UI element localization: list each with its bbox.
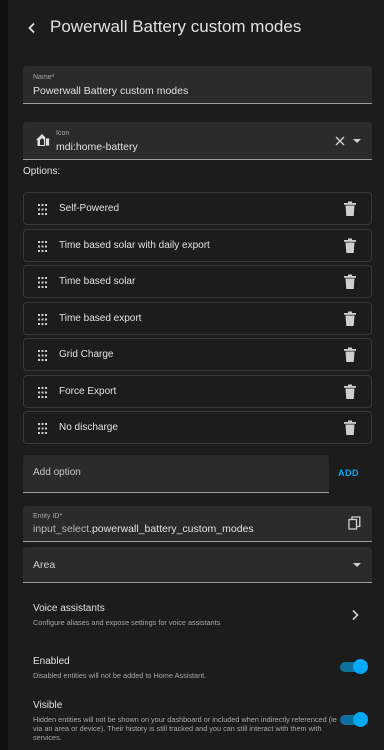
add-option-field[interactable] — [23, 455, 329, 493]
drag-handle-icon[interactable] — [38, 386, 48, 398]
visible-title: Visible — [33, 700, 63, 711]
voice-assistants-title: Voice assistants — [33, 603, 105, 614]
chevron-left-icon — [28, 22, 35, 34]
visible-toggle[interactable] — [338, 712, 368, 728]
option-label: Grid Charge — [59, 349, 114, 360]
back-button[interactable] — [18, 14, 46, 42]
options-label: Options: — [23, 166, 61, 177]
option-label: Time based export — [59, 312, 142, 324]
option-row[interactable]: Self-Powered — [23, 192, 372, 225]
name-field[interactable]: Name* Powerwall Battery custom modes — [23, 66, 372, 104]
copy-icon[interactable] — [348, 516, 361, 530]
entity-id-prefix: input_select. — [33, 523, 92, 535]
icon-field-label: Icon — [56, 130, 70, 137]
drag-handle-icon[interactable] — [38, 276, 48, 288]
delete-icon[interactable] — [343, 420, 357, 436]
dropdown-arrow-icon — [353, 563, 361, 567]
option-row[interactable]: Time based solar — [23, 265, 372, 298]
chevron-right-icon[interactable] — [351, 609, 359, 621]
voice-assistants-subtitle: Configure aliases and expose settings fo… — [33, 618, 221, 627]
entity-id-object: powerwall_battery_custom_modes — [91, 523, 254, 535]
clear-icon[interactable] — [334, 135, 346, 147]
add-option-input[interactable] — [33, 467, 313, 478]
entity-settings-dialog: Powerwall Battery custom modes Name* Pow… — [8, 0, 384, 750]
dialog-header: Powerwall Battery custom modes — [8, 0, 384, 56]
option-row[interactable]: Time based export — [23, 301, 372, 335]
option-label: No discharge — [59, 422, 118, 433]
option-label: Time based solar with daily export — [59, 239, 210, 251]
delete-icon[interactable] — [343, 311, 357, 327]
delete-icon[interactable] — [343, 274, 357, 290]
home-battery-icon — [36, 134, 50, 147]
page-title: Powerwall Battery custom modes — [50, 17, 302, 36]
enabled-toggle-knob — [353, 659, 368, 674]
enabled-title: Enabled — [33, 656, 70, 667]
visible-toggle-knob — [353, 712, 368, 727]
add-option-button[interactable]: ADD — [338, 468, 359, 478]
icon-picker-field[interactable]: Icon mdi:home-battery — [23, 122, 372, 160]
delete-icon[interactable] — [343, 201, 357, 217]
drag-handle-icon[interactable] — [38, 422, 48, 434]
icon-field-value: mdi:home-battery — [56, 141, 138, 153]
option-row[interactable]: Force Export — [23, 374, 372, 408]
area-label: Area — [33, 559, 56, 571]
entity-id-label: Entity ID* — [33, 513, 63, 520]
enabled-toggle[interactable] — [338, 659, 368, 675]
drag-handle-icon[interactable] — [38, 203, 48, 215]
area-select[interactable]: Area — [23, 547, 372, 583]
delete-icon[interactable] — [343, 347, 357, 363]
delete-icon[interactable] — [343, 238, 357, 254]
option-label: Force Export — [59, 385, 117, 397]
voice-assistants-row[interactable] — [23, 596, 372, 636]
option-row[interactable]: No discharge — [23, 411, 372, 444]
delete-icon[interactable] — [343, 384, 357, 400]
option-row[interactable]: Time based solar with daily export — [23, 228, 372, 262]
option-label: Time based solar — [59, 276, 136, 287]
drag-handle-icon[interactable] — [38, 313, 48, 325]
option-row[interactable]: Grid Charge — [23, 338, 372, 371]
visible-subtitle: Hidden entities will not be shown on you… — [33, 715, 337, 742]
enabled-subtitle: Disabled entities will not be added to H… — [33, 671, 207, 680]
option-label: Self-Powered — [59, 203, 120, 214]
drag-handle-icon[interactable] — [38, 349, 48, 361]
entity-id-field[interactable]: Entity ID* input_select.powerwall_batter… — [23, 506, 372, 542]
name-field-label: Name* — [33, 74, 55, 81]
dropdown-arrow-icon[interactable] — [352, 138, 362, 144]
entity-id-value: input_select.powerwall_battery_custom_mo… — [33, 523, 254, 535]
name-field-value: Powerwall Battery custom modes — [33, 85, 189, 97]
drag-handle-icon[interactable] — [38, 240, 48, 252]
